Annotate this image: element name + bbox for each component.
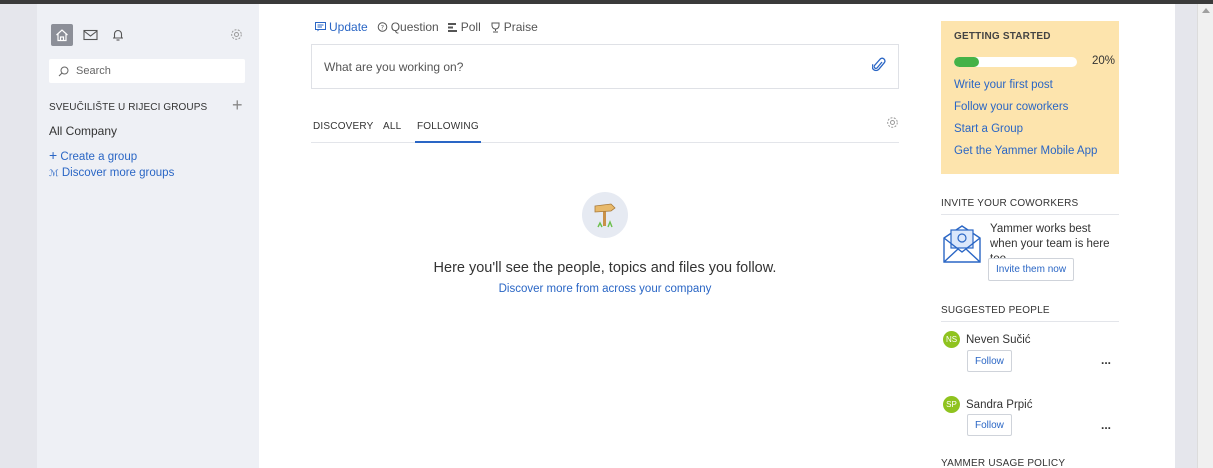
mail-icon[interactable] [79,24,101,46]
tab-poll[interactable]: Poll [447,20,481,34]
signpost-icon [582,192,628,238]
nav-icons [51,24,129,46]
follow-button[interactable]: Follow [967,350,1012,372]
tab-discovery[interactable]: DISCOVERY [313,121,374,132]
svg-text:?: ? [380,23,383,31]
left-gutter [0,4,37,468]
paperclip-icon[interactable] [871,57,886,76]
sidebar: SVEUČILIŠTE U RIJECI GROUPS + All Compan… [37,4,259,468]
scrollbar[interactable] [1197,4,1213,468]
groups-header: SVEUČILIŠTE U RIJECI GROUPS [49,102,208,113]
sidebar-group-all-company[interactable]: All Company [49,124,117,138]
follow-coworkers-link[interactable]: Follow your coworkers [954,101,1068,113]
discover-more-link[interactable]: Discover more from across your company [311,283,899,295]
usage-policy-title: YAMMER USAGE POLICY [941,458,1066,468]
avatar: SP [943,396,960,413]
getting-started-panel: GETTING STARTED 20% Write your first pos… [941,21,1119,174]
tab-praise[interactable]: Praise [490,20,538,34]
more-options-icon[interactable]: ... [1101,353,1111,367]
envelope-icon [942,222,982,267]
progress-bar [954,57,1077,67]
follow-button[interactable]: Follow [967,414,1012,436]
invite-button[interactable]: Invite them now [988,258,1075,281]
suggested-person[interactable]: NS Neven Sučić [943,331,1031,348]
getting-started-title: GETTING STARTED [954,31,1051,42]
publisher-tabs: Update ? Question Poll Praise [315,20,538,34]
create-group-link[interactable]: + Create a group [49,147,137,163]
right-gutter [1175,4,1197,468]
more-options-icon[interactable]: ... [1101,418,1111,432]
suggested-person[interactable]: SP Sandra Prpić [943,396,1032,413]
start-group-link[interactable]: Start a Group [954,123,1023,135]
update-icon [315,22,326,32]
empty-state-title: Here you'll see the people, topics and f… [433,260,777,276]
feed-tabs: DISCOVERY ALL FOLLOWING [311,114,899,143]
gear-icon[interactable] [230,28,243,44]
question-icon: ? [377,21,388,32]
progress-fill [954,57,979,67]
tab-all[interactable]: ALL [383,121,401,132]
bell-icon[interactable] [107,24,129,46]
search-icon [58,66,69,76]
composer[interactable] [311,44,899,89]
tab-question[interactable]: ? Question [377,20,439,34]
tab-update[interactable]: Update [315,20,368,34]
invite-title: INVITE YOUR COWORKERS [941,198,1119,215]
tab-following[interactable]: FOLLOWING [415,121,481,143]
suggested-people-title: SUGGESTED PEOPLE [941,305,1119,322]
add-group-icon[interactable]: + [232,96,243,114]
avatar: NS [943,331,960,348]
plus-icon: + [49,147,58,163]
person-name[interactable]: Neven Sučić [966,334,1031,346]
search-box[interactable] [49,59,245,83]
progress-label: 20% [1092,55,1116,67]
praise-icon [491,22,500,32]
scroll-up-arrow[interactable] [1202,8,1210,13]
mobile-app-link[interactable]: Get the Yammer Mobile App [954,145,1097,157]
discover-groups-link[interactable]: ℳ Discover more groups [49,167,174,179]
poll-icon [447,23,457,32]
post-input[interactable] [324,59,844,74]
search-input[interactable] [76,65,226,77]
discover-icon: ℳ [49,168,59,178]
home-icon[interactable] [51,24,73,46]
person-name[interactable]: Sandra Prpić [966,399,1032,411]
feed-settings-gear-icon[interactable] [886,116,899,132]
write-first-post-link[interactable]: Write your first post [954,79,1053,91]
